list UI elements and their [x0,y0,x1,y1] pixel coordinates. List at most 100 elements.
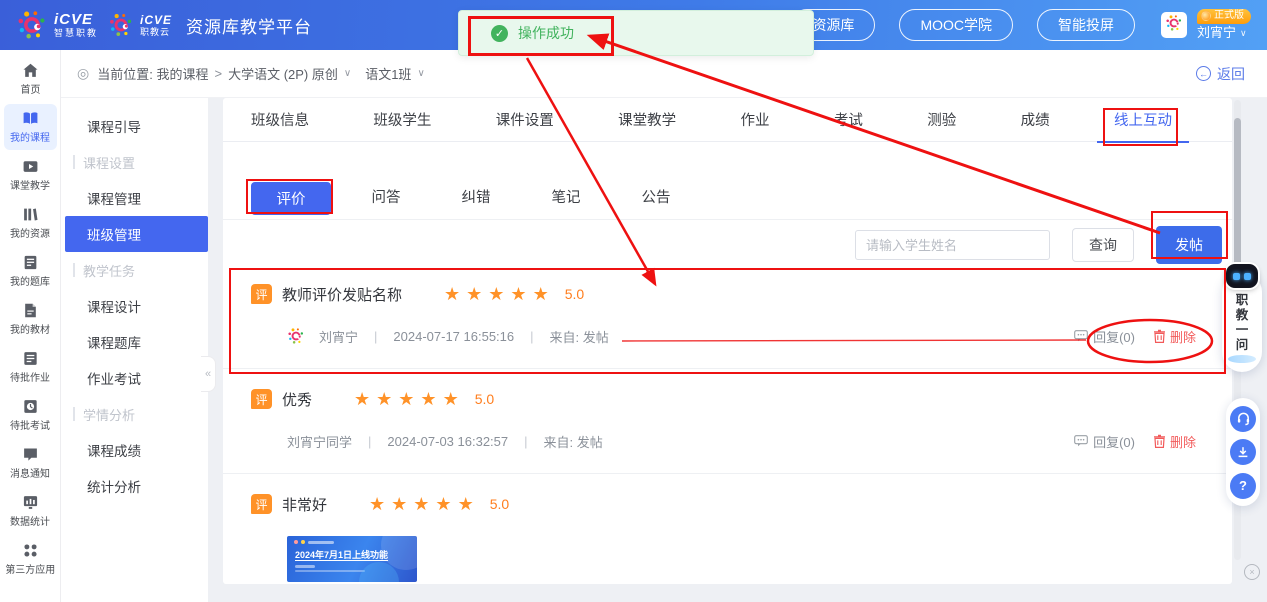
sidebar-item-label: 待批考试 [10,418,50,432]
menu-section-course-settings: 课程设置 [61,144,208,180]
sidebar-item-my-textbooks[interactable]: 我的教材 [4,296,57,342]
rating-stars: ★★★★★ [444,285,555,303]
support-headset-button[interactable] [1230,406,1256,432]
menu-section-label: 学情分析 [83,405,135,424]
menu-item-course-management[interactable]: 课程管理 [61,180,208,216]
breadcrumb-root[interactable]: 我的课程 [156,64,208,83]
sidebar-item-label: 课堂教学 [10,178,50,192]
sidebar-item-label: 我的课程 [10,130,50,144]
assistant-label: 职教一问 [1236,293,1249,353]
class-chevron-icon[interactable]: ∨ [417,68,424,79]
success-check-icon: ✓ [491,25,508,42]
rating-score: 5.0 [475,391,494,407]
sidebar-item-messages[interactable]: 消息通知 [4,440,57,486]
sidebar-item-my-courses[interactable]: 我的课程 [4,104,57,150]
sidebar-item-pending-homework[interactable]: 待批作业 [4,344,57,390]
delete-button[interactable]: 删除 [1153,432,1196,451]
review-time: 2024-07-17 16:55:16 [393,329,514,344]
robot-icon [1226,264,1258,288]
breadcrumb: ◎ 当前位置: 我的课程 > 大学语文 (2P) 原创 ∨ 语文1班 ∨ ← 返… [61,50,1267,98]
post-button[interactable]: 发帖 [1156,226,1222,264]
brand-primary-name: iCVE [54,12,98,27]
nav-smart-casting-button[interactable]: 智能投屏 [1037,9,1135,41]
sidebar-item-my-resources[interactable]: 我的资源 [4,200,57,246]
download-button[interactable] [1230,439,1256,465]
review-title[interactable]: 优秀 [282,389,312,410]
sidebar-item-classroom-teaching[interactable]: 课堂教学 [4,152,57,198]
review-title[interactable]: 教师评价发贴名称 [282,284,402,305]
success-toast: ✓ 操作成功 [458,10,814,56]
classroom-icon [22,158,39,175]
tab-courseware-settings[interactable]: 课件设置 [496,98,554,142]
banner-caption: 2024年7月1日上线功能 [287,544,417,561]
tab-grades[interactable]: 成绩 [1021,98,1050,142]
back-button[interactable]: ← 返回 [1196,64,1245,84]
query-button[interactable]: 查询 [1072,228,1134,262]
course-icon [22,110,39,127]
tab-exam[interactable]: 考试 [834,98,863,142]
menu-item-homework-exam[interactable]: 作业考试 [61,360,208,396]
breadcrumb-course[interactable]: 大学语文 (2P) 原创 [228,64,338,83]
tab-class-students[interactable]: 班级学生 [373,98,431,142]
sidebar-item-third-party-apps[interactable]: 第三方应用 [4,536,57,582]
review-author: 刘宵宁 [319,327,358,346]
assistant-widget[interactable]: 职教一问 [1222,272,1262,372]
subtab-qa[interactable]: 问答 [341,186,431,219]
menu-item-statistical-analysis[interactable]: 统计分析 [61,468,208,504]
delete-button[interactable]: 删除 [1153,327,1196,346]
user-menu[interactable]: 正式版 刘宵宁∨ [1197,9,1251,40]
medal-icon [1201,11,1211,21]
sidebar-item-data-statistics[interactable]: 数据统计 [4,488,57,534]
reply-button[interactable]: 回复(0) [1074,327,1135,346]
textbook-icon [22,302,39,319]
breadcrumb-class[interactable]: 语文1班 [365,64,411,83]
user-avatar[interactable] [1161,12,1187,38]
tab-classroom-teaching[interactable]: 课堂教学 [618,98,676,142]
tab-online-interaction[interactable]: 线上互动 [1114,98,1172,142]
collapse-menu-button[interactable]: « [201,356,216,392]
user-name: 刘宵宁 [1197,26,1236,41]
review-badge-icon: 评 [251,494,272,514]
class-tabs: 班级信息 班级学生 课件设置 课堂教学 作业 考试 测验 成绩 线上互动 [223,98,1232,142]
menu-section-teaching-tasks: 教学任务 [61,252,208,288]
sidebar-item-label: 我的题库 [10,274,50,288]
sidebar-item-my-question-bank[interactable]: 我的题库 [4,248,57,294]
trash-icon [1153,434,1166,448]
review-attachment-image[interactable]: 2024年7月1日上线功能 [287,536,417,582]
menu-item-course-guide[interactable]: 课程引导 [61,108,208,144]
review-item-3: 评非常好★★★★★5.02024年7月1日上线功能 [223,474,1232,584]
review-title[interactable]: 非常好 [282,494,327,515]
tab-class-info[interactable]: 班级信息 [251,98,309,142]
close-widgets-button[interactable]: × [1244,564,1260,580]
sidebar-item-pending-exams[interactable]: 待批考试 [4,392,57,438]
subtab-notes[interactable]: 笔记 [521,186,611,219]
tab-homework[interactable]: 作业 [741,98,770,142]
review-author: 刘宵宁同学 [287,432,352,451]
reply-bubble-icon [1074,330,1088,342]
menu-item-course-question-bank[interactable]: 课程题库 [61,324,208,360]
subtab-announcement[interactable]: 公告 [611,186,701,219]
icve-zhihuizhijiao-logo-icon [16,9,48,41]
brand-secondary: iCVE 职教云 [108,12,172,38]
menu-section-label: 教学任务 [83,261,135,280]
sidebar-item-label: 首页 [20,82,40,96]
homework-icon [22,350,39,367]
icve-zhijiaoyun-logo-icon [108,12,134,38]
brand-secondary-name: iCVE [140,14,172,26]
rating-stars: ★★★★★ [354,390,465,408]
subtab-review[interactable]: 评价 [251,182,331,215]
tab-quiz[interactable]: 测验 [927,98,956,142]
reply-button[interactable]: 回复(0) [1074,432,1135,451]
sidebar-item-home[interactable]: 首页 [4,56,57,102]
menu-item-course-grades[interactable]: 课程成绩 [61,432,208,468]
menu-item-class-management[interactable]: 班级管理 [65,216,208,252]
floating-toolbar: ? [1226,398,1260,506]
student-name-input[interactable] [855,230,1050,260]
location-icon: ◎ [77,65,89,82]
back-arrow-icon: ← [1196,66,1211,81]
subtab-correction[interactable]: 纠错 [431,186,521,219]
help-button[interactable]: ? [1230,473,1256,499]
nav-mooc-academy-button[interactable]: MOOC学院 [899,9,1013,41]
course-chevron-icon[interactable]: ∨ [344,68,351,79]
menu-item-course-design[interactable]: 课程设计 [61,288,208,324]
